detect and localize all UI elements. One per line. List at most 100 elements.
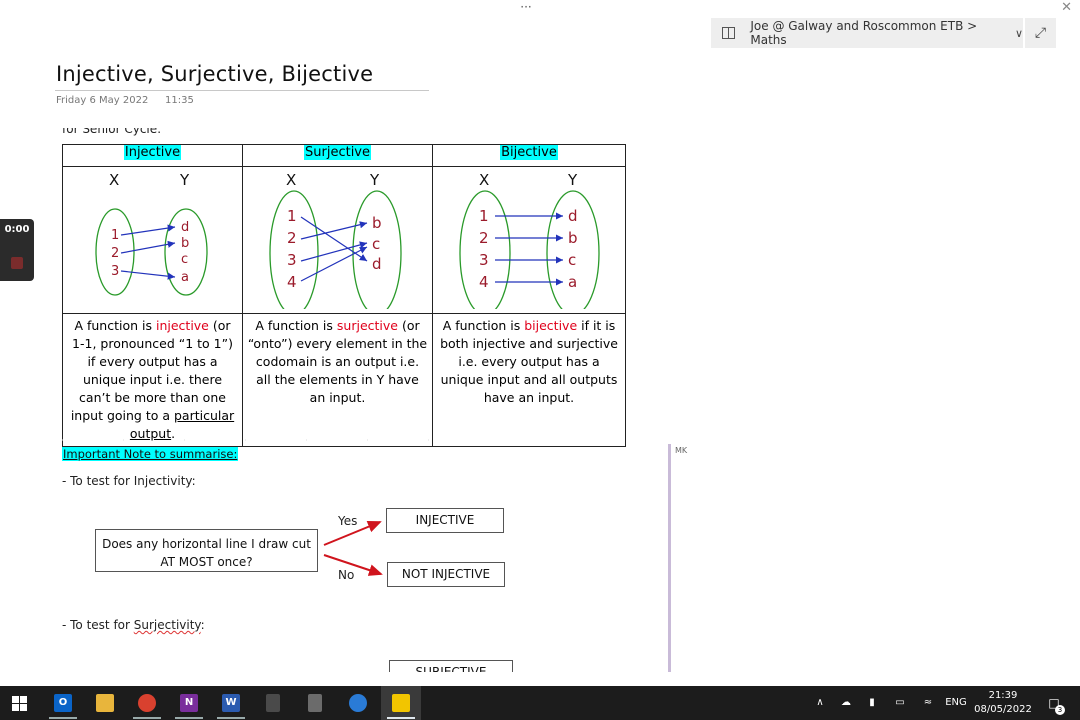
author-initials: MK: [675, 446, 688, 455]
chevron-up-icon[interactable]: ∧: [813, 686, 827, 720]
onenote-icon[interactable]: N: [180, 694, 198, 712]
injective-result-box[interactable]: INJECTIVE: [386, 508, 504, 533]
wifi-icon[interactable]: ≈: [920, 686, 936, 720]
sticky-notes-icon[interactable]: [392, 694, 410, 712]
clock-time: 21:39: [988, 690, 1018, 701]
surjective-x-label: X: [286, 171, 296, 189]
clock[interactable]: 21:39 08/05/2022: [973, 686, 1033, 720]
outlook-icon[interactable]: O: [54, 694, 72, 712]
language-indicator[interactable]: ENG: [944, 686, 968, 720]
cropped-text: for Senior Cycle:: [62, 128, 182, 140]
sticky-notes-running-indicator: [387, 717, 415, 719]
injective-domain-3: 3: [111, 264, 119, 279]
file-explorer-icon[interactable]: [96, 694, 114, 712]
injective-description: A function is injective (or 1-1, pronoun…: [62, 313, 243, 447]
bijective-term: bijective: [524, 318, 578, 333]
surjective-result-box[interactable]: SURJECTIVE: [389, 660, 513, 672]
breadcrumb-text: Joe @ Galway and Roscommon ETB > Maths: [750, 19, 978, 47]
surjective-codomain-b: b: [372, 214, 382, 232]
page-date: Friday 6 May 2022: [56, 95, 149, 106]
injective-domain-2: 2: [111, 246, 119, 261]
surjective-domain-1: 1: [287, 207, 297, 225]
battery-icon[interactable]: ▭: [892, 686, 908, 720]
onenote-running-indicator: [175, 717, 203, 719]
bijective-codomain-a: a: [568, 273, 577, 291]
header-injective-label: Injective: [123, 145, 182, 160]
bijective-domain-2: 2: [479, 229, 489, 247]
injective-domain-1: 1: [111, 228, 119, 243]
injective-codomain-c: c: [181, 252, 188, 267]
cropped-separator: [62, 439, 482, 441]
bullet-surjectivity-term: Surjectivity: [133, 618, 201, 632]
surjective-mapping-diagram: X Y 1 2 3 4 b c d: [269, 171, 402, 316]
injective-desc-pre: A function is: [74, 318, 156, 333]
bijective-codomain-c: c: [568, 251, 576, 269]
function-types-table[interactable]: Injective Surjective Bijective X Y 1 2 3…: [62, 144, 626, 447]
surjective-description: A function is surjective (or “onto”) eve…: [242, 313, 433, 447]
expand-icon[interactable]: ⤢: [1025, 18, 1056, 48]
chrome-icon[interactable]: [138, 694, 156, 712]
bijective-codomain-d: d: [568, 207, 578, 225]
chevron-down-icon[interactable]: ∨: [1015, 27, 1023, 40]
injective-codomain-b: b: [181, 236, 189, 251]
header-injective: Injective: [62, 144, 243, 167]
surjective-desc-pre: A function is: [255, 318, 337, 333]
breadcrumb[interactable]: Joe @ Galway and Roscommon ETB > Maths ∨: [711, 18, 1023, 48]
surjective-domain-3: 3: [287, 251, 297, 269]
stop-icon[interactable]: [11, 257, 23, 269]
yes-arrow: [323, 521, 382, 546]
horizontal-line-test-box[interactable]: Does any horizontal line I draw cut AT M…: [95, 529, 318, 572]
cropped-text-line: for Senior Cycle:: [62, 128, 162, 136]
notification-count: 3: [1055, 705, 1065, 715]
page-time: 11:35: [165, 95, 194, 106]
microphone-icon[interactable]: ▮: [866, 686, 878, 720]
calculator-icon[interactable]: [308, 694, 322, 712]
bijective-description: A function is bijective if it is both in…: [432, 313, 626, 447]
header-surjective: Surjective: [242, 144, 433, 167]
windows-start-icon[interactable]: [12, 696, 27, 711]
recording-widget[interactable]: 0:00: [0, 219, 34, 281]
important-note-heading[interactable]: Important Note to summarise:: [62, 447, 239, 461]
bijective-diagram-cell: X Y 1 2 3 4 d b c a: [432, 166, 626, 316]
bullet-surjectivity[interactable]: - To test for Surjectivity:: [62, 618, 205, 632]
notebook-icon: [722, 27, 736, 39]
header-bijective-label: Bijective: [500, 145, 558, 160]
injective-x-label: X: [109, 171, 119, 189]
surjective-diagram-cell: X Y 1 2 3 4 b c d: [242, 166, 433, 316]
injective-term: injective: [155, 318, 209, 333]
window-title-bar: ··· ✕: [0, 0, 1080, 18]
bijective-domain-3: 3: [479, 251, 489, 269]
outlook-running-indicator: [49, 717, 77, 719]
close-icon[interactable]: ✕: [1061, 1, 1072, 15]
word-running-indicator: [217, 717, 245, 719]
header-surjective-label: Surjective: [304, 145, 371, 160]
surjective-term: surjective: [336, 318, 398, 333]
bijective-domain-1: 1: [479, 207, 489, 225]
surjective-y-label: Y: [369, 171, 380, 189]
surjective-arrow-1: [300, 216, 368, 262]
recording-time: 0:00: [4, 224, 30, 235]
surjective-domain-2: 2: [287, 229, 297, 247]
calculator-dark-icon[interactable]: [266, 694, 280, 712]
surjective-codomain-c: c: [372, 235, 380, 253]
settings-icon[interactable]: [349, 694, 367, 712]
onedrive-icon[interactable]: ☁: [838, 686, 854, 720]
header-bijective: Bijective: [432, 144, 626, 167]
flow-arrows: [323, 521, 383, 576]
author-indicator-bar: [668, 444, 671, 672]
no-arrow: [323, 554, 383, 576]
bullet-surjectivity-end: :: [200, 618, 205, 632]
word-icon[interactable]: W: [222, 694, 240, 712]
bijective-desc-pre: A function is: [442, 318, 525, 333]
injective-codomain-a: a: [181, 270, 189, 285]
injective-y-label: Y: [179, 171, 190, 189]
not-injective-result-box[interactable]: NOT INJECTIVE: [387, 562, 505, 587]
more-options-icon[interactable]: ···: [516, 0, 536, 14]
injective-diagram-cell: X Y 1 2 3 d b c a: [62, 166, 243, 314]
surjective-domain-4: 4: [287, 273, 297, 291]
bullet-injectivity[interactable]: - To test for Injectivity:: [62, 474, 196, 488]
chrome-running-indicator: [133, 717, 161, 719]
page-title[interactable]: Injective, Surjective, Bijective: [56, 62, 373, 86]
bijective-mapping-diagram: X Y 1 2 3 4 d b c a: [459, 171, 600, 316]
surjective-arrow-2: [300, 221, 368, 240]
